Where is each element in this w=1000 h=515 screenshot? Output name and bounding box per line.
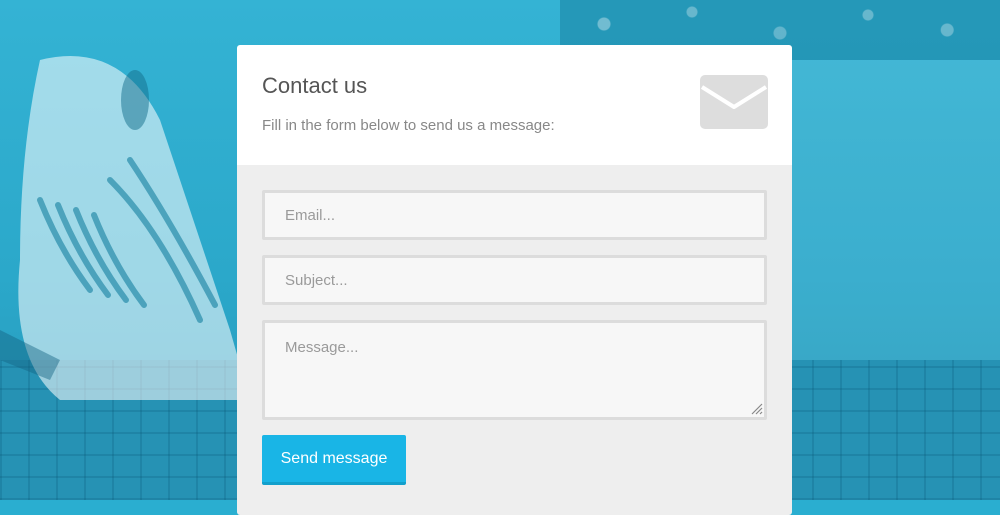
background-wall: [790, 60, 1000, 360]
form-title: Contact us: [262, 73, 368, 98]
send-message-button[interactable]: Send message: [262, 435, 406, 485]
envelope-icon: [700, 75, 768, 129]
contact-form-body: Send message: [237, 165, 792, 515]
email-field[interactable]: [262, 190, 767, 240]
subject-field[interactable]: [262, 255, 767, 305]
message-field[interactable]: [262, 320, 767, 420]
resize-handle-icon[interactable]: [749, 401, 763, 415]
contact-form-card: Contact us Fill in the form below to sen…: [237, 45, 792, 515]
contact-form-header: Contact us Fill in the form below to sen…: [237, 45, 792, 165]
form-subtitle: Fill in the form below to send us a mess…: [262, 117, 555, 134]
background-scooter: [0, 56, 250, 400]
